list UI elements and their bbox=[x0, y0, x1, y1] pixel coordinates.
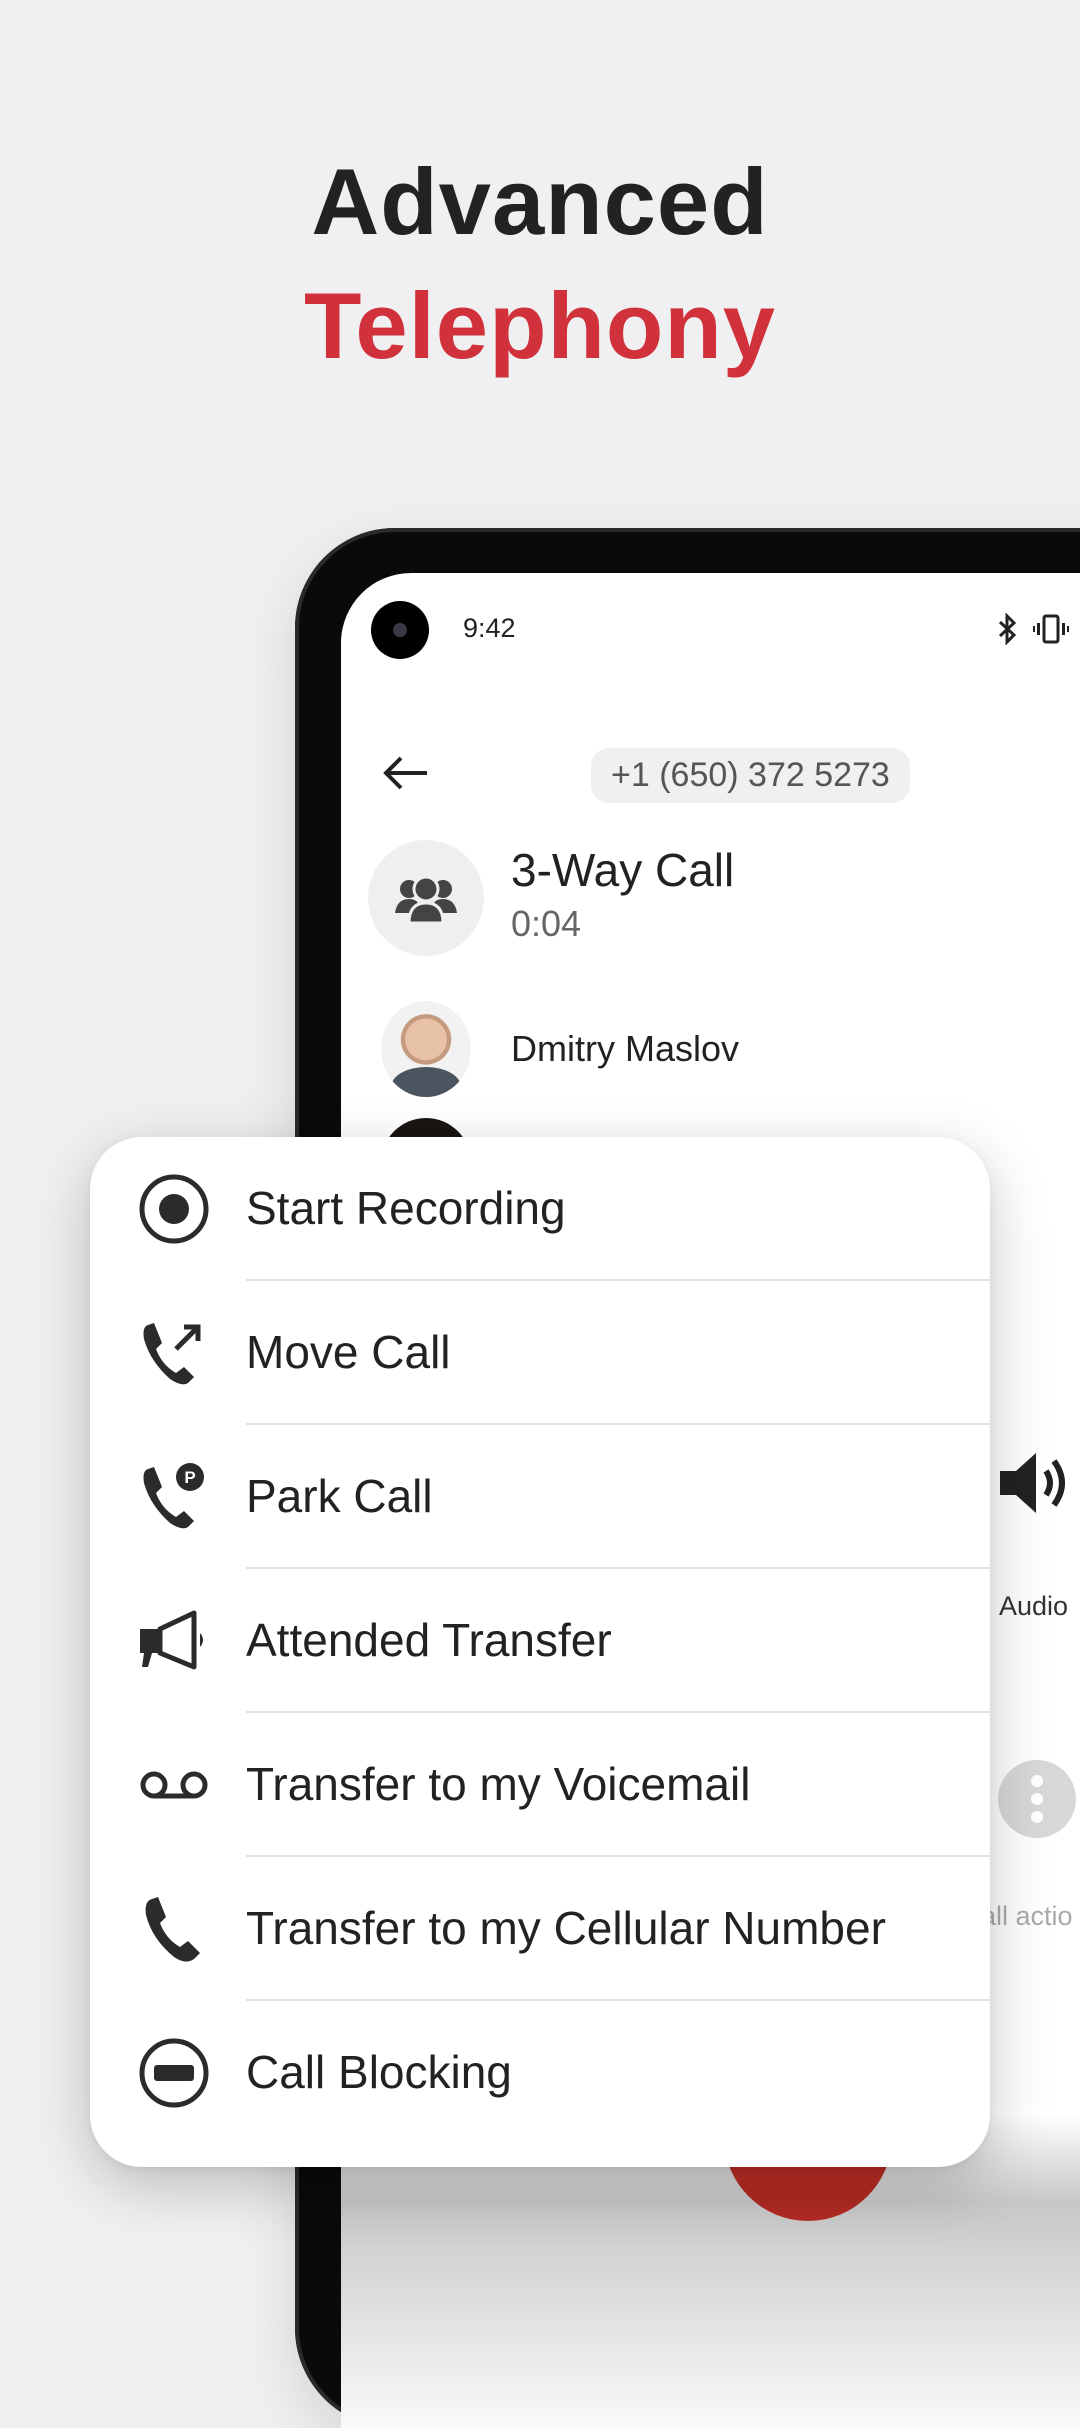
speaker-icon bbox=[1000, 1453, 1065, 1513]
call-duration: 0:04 bbox=[511, 903, 582, 944]
menu-item-transfer-cellular[interactable]: Transfer to my Cellular Number bbox=[90, 1857, 990, 2001]
voicemail-icon bbox=[138, 1749, 210, 1821]
park-call-icon: P bbox=[138, 1461, 210, 1533]
status-icons bbox=[997, 612, 1080, 650]
front-camera bbox=[371, 601, 429, 659]
audio-button[interactable] bbox=[996, 1443, 1076, 1523]
menu-item-transfer-voicemail[interactable]: Transfer to my Voicemail bbox=[90, 1713, 990, 1857]
back-button[interactable] bbox=[381, 753, 431, 793]
bluetooth-icon bbox=[997, 612, 1019, 650]
phone-icon bbox=[138, 1893, 210, 1965]
megaphone-icon bbox=[138, 1605, 210, 1677]
menu-item-label: Park Call bbox=[246, 1470, 433, 1522]
dot bbox=[1031, 1793, 1043, 1805]
menu-item-call-blocking[interactable]: Call Blocking bbox=[90, 2001, 990, 2145]
menu-item-park-call[interactable]: P Park Call bbox=[90, 1425, 990, 1569]
menu-item-label: Move Call bbox=[246, 1326, 451, 1378]
record-icon bbox=[138, 1173, 210, 1245]
menu-item-label: Transfer to my Cellular Number bbox=[246, 1902, 886, 1954]
svg-text:P: P bbox=[184, 1468, 195, 1487]
menu-item-attended-transfer[interactable]: Attended Transfer bbox=[90, 1569, 990, 1713]
audio-label: Audio bbox=[999, 1591, 1069, 1621]
menu-item-label: Call Blocking bbox=[246, 2046, 512, 2098]
conference-avatar bbox=[368, 840, 484, 956]
participant-name: Dmitry Maslov bbox=[511, 1028, 740, 1069]
phone-number-chip[interactable]: +1 (650) 372 5273 bbox=[591, 748, 910, 803]
menu-item-move-call[interactable]: Move Call bbox=[90, 1281, 990, 1425]
headline-line-1: Advanced bbox=[311, 149, 769, 254]
group-icon bbox=[395, 875, 457, 923]
headline: Advanced Telephony bbox=[0, 140, 1080, 388]
call-actions-button[interactable] bbox=[998, 1760, 1076, 1838]
dot bbox=[1031, 1811, 1043, 1823]
status-time: 9:42 bbox=[463, 613, 516, 643]
conference-title: 3-Way Call bbox=[511, 844, 735, 896]
menu-item-label: Start Recording bbox=[246, 1182, 566, 1234]
headline-line-2: Telephony bbox=[303, 273, 777, 378]
menu-item-start-recording[interactable]: Start Recording bbox=[90, 1137, 990, 1281]
arrow-left-icon bbox=[383, 756, 427, 790]
menu-item-label: Attended Transfer bbox=[246, 1614, 612, 1666]
menu-item-label: Transfer to my Voicemail bbox=[246, 1758, 751, 1810]
block-icon bbox=[138, 2037, 210, 2109]
dot bbox=[1031, 1775, 1043, 1787]
call-actions-label: all actio bbox=[981, 1901, 1073, 1931]
vibrate-icon bbox=[1033, 614, 1069, 649]
call-actions-menu: Start Recording Move Call P Park Call At… bbox=[90, 1137, 990, 2167]
move-call-icon bbox=[138, 1317, 210, 1389]
participant-avatar bbox=[381, 1001, 471, 1097]
